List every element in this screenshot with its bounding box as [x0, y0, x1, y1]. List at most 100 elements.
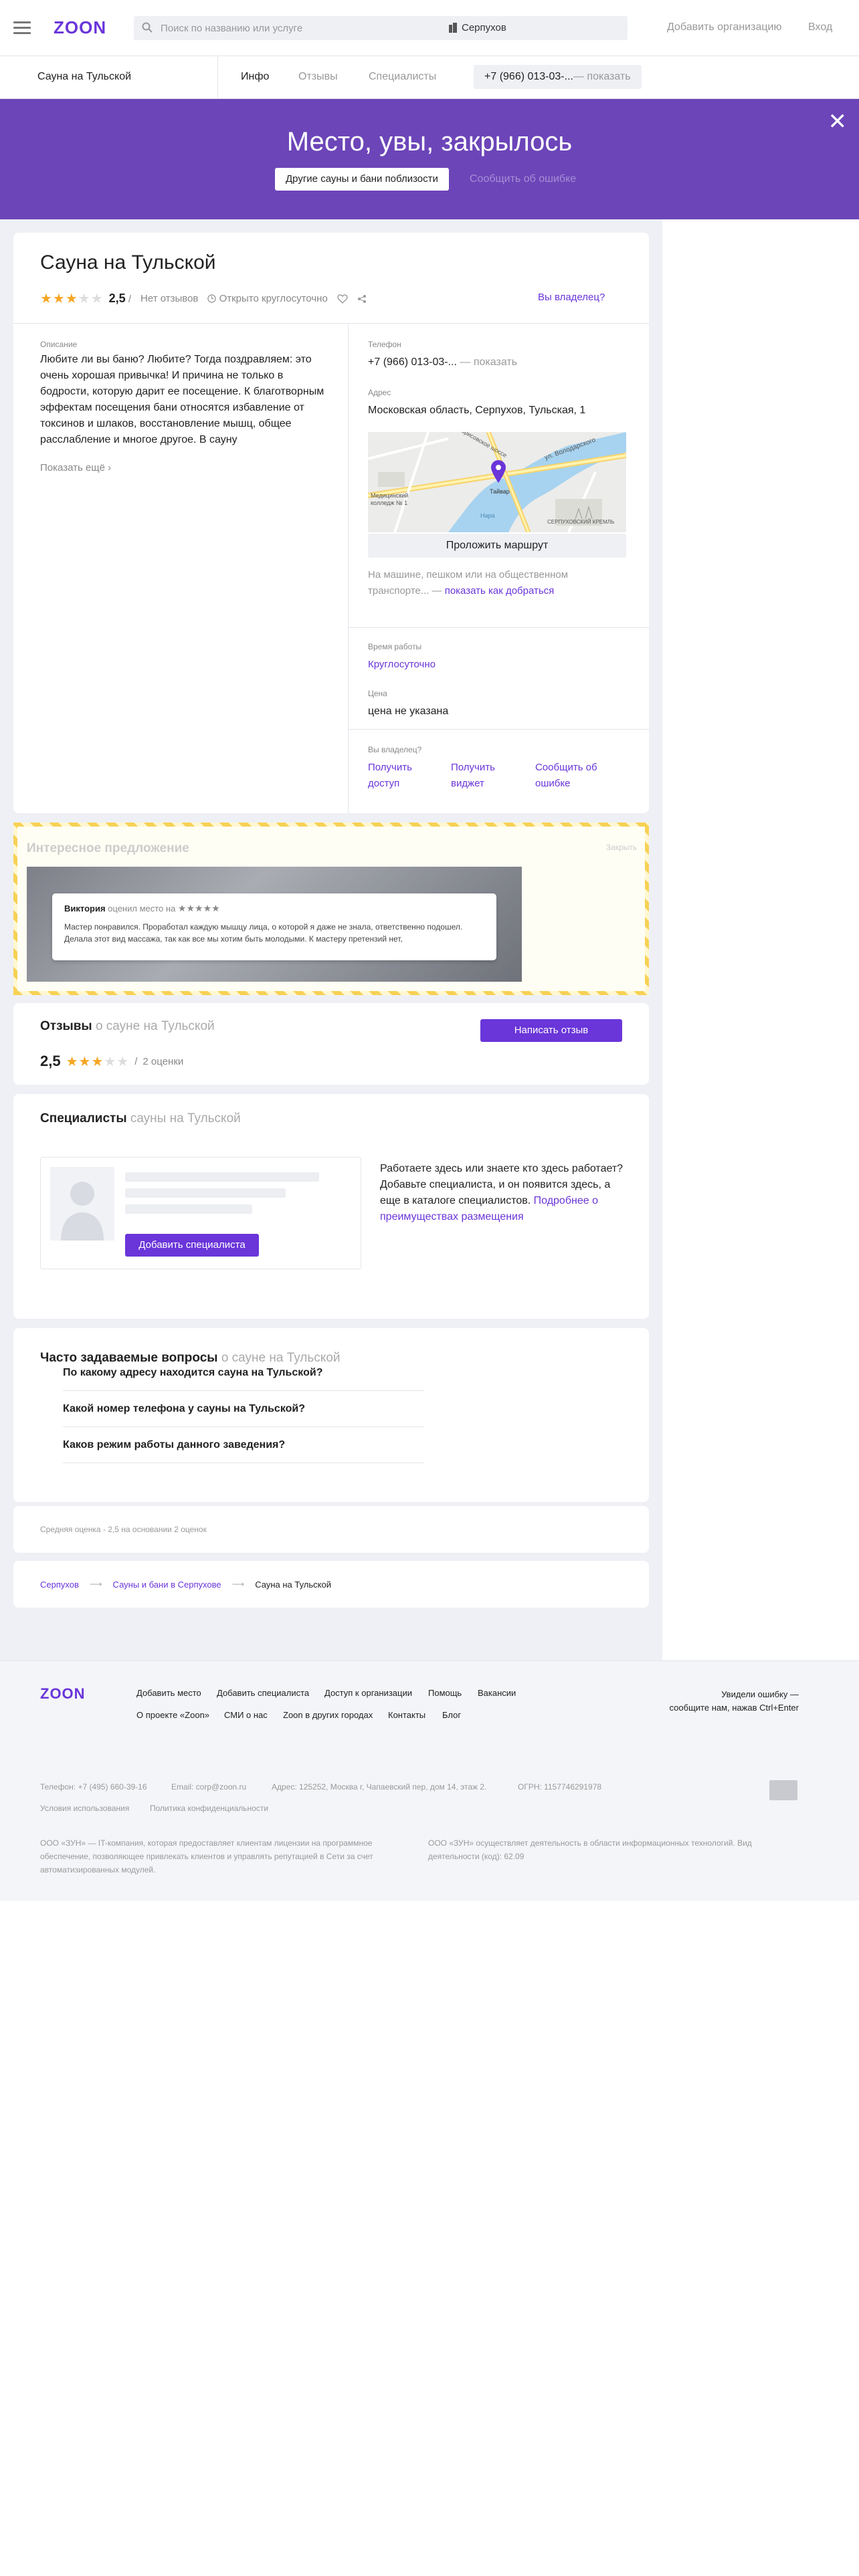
logo[interactable]: ZOON	[54, 17, 106, 38]
reviews-rating-row: 2,5 ★★★★★ / 2 оценки	[40, 1053, 184, 1069]
faq-item[interactable]: Какой номер телефона у сауны на Тульской…	[63, 1391, 424, 1427]
divider	[217, 56, 218, 99]
place-card: Сауна на Тульской ★★★★★ 2,5 / Нет отзыво…	[13, 233, 649, 813]
interesting-offer: Интересное предложение Закрыть Виктория …	[13, 823, 649, 995]
offer-close-link[interactable]: Закрыть	[606, 843, 637, 852]
contact-phone[interactable]: +7 (966) 013-03-... — показать	[368, 354, 517, 370]
owner-block-label: Вы владелец?	[368, 745, 422, 754]
footer-email: Email: corp@zoon.ru	[171, 1782, 247, 1792]
arrow-right-icon: ⟶	[231, 1579, 245, 1589]
breadcrumb-city[interactable]: Серпухов	[40, 1580, 79, 1590]
offer-review-stars: ★★★★★	[177, 903, 220, 914]
footer-legal: ООО «ЗУН» осуществляет деятельность в об…	[428, 1838, 752, 1861]
person-icon	[61, 1182, 104, 1241]
specialists-subtitle: сауны на Тульской	[130, 1111, 241, 1125]
price-value: цена не указана	[368, 706, 449, 717]
specialist-placeholder-card: Добавить специалиста	[40, 1157, 361, 1269]
footer-link[interactable]: Zoon в других городах	[283, 1710, 373, 1720]
rating-value: 2,5	[108, 292, 126, 305]
location-map[interactable]: Борисовское шоссе ул. Володарского Тайва…	[368, 432, 626, 532]
add-organization-link[interactable]: Добавить организацию	[667, 21, 781, 33]
footer-legal: ООО «ЗУН» — IT-компания, которая предост…	[40, 1838, 373, 1874]
share-icon[interactable]	[357, 294, 367, 304]
tab-info[interactable]: Инфо	[241, 71, 269, 83]
error-hint-line: сообщите нам, нажав Ctrl+Enter	[669, 1703, 799, 1713]
footer-link[interactable]: Контакты	[388, 1710, 425, 1720]
other-saunas-button[interactable]: Другие сауны и бани поблизости	[275, 168, 449, 191]
close-icon[interactable]: ✕	[828, 108, 848, 135]
footer-link[interactable]: Блог	[442, 1710, 461, 1720]
reviews-count: 2 оценки	[142, 1055, 184, 1067]
offer-image[interactable]: Виктория оценил место на ★★★★★ Мастер по…	[27, 867, 522, 982]
map-label: Нара	[480, 512, 495, 519]
no-reviews-link[interactable]: Нет отзывов	[140, 293, 198, 304]
write-review-button[interactable]: Написать отзыв	[480, 1019, 622, 1042]
city-icon	[449, 23, 457, 33]
description-label: Описание	[40, 340, 78, 349]
right-column	[662, 219, 859, 1660]
place-title: Сауна на Тульской	[40, 251, 216, 274]
footer-link[interactable]: СМИ о нас	[224, 1710, 268, 1720]
footer-link[interactable]: Вакансии	[478, 1688, 516, 1698]
price-label: Цена	[368, 689, 387, 698]
footer-logo[interactable]: ZOON	[40, 1685, 86, 1703]
add-specialist-button[interactable]: Добавить специалиста	[125, 1234, 259, 1257]
phone-show-button[interactable]: +7 (966) 013-03-...— показать	[474, 65, 642, 89]
report-error-link[interactable]: Сообщить об ошибке	[535, 760, 609, 792]
menu-icon[interactable]	[13, 21, 31, 34]
privacy-link[interactable]: Политика конфиденциальности	[150, 1802, 268, 1815]
city-selector[interactable]: Серпухов	[448, 22, 506, 33]
faq-card: Часто задаваемые вопросы о сауне на Туль…	[13, 1328, 649, 1502]
footer-link[interactable]: Добавить специалиста	[217, 1688, 309, 1698]
footer-link[interactable]: Доступ к организации	[324, 1688, 412, 1698]
tab-specialists[interactable]: Специалисты	[369, 71, 436, 83]
heart-icon[interactable]	[337, 294, 348, 304]
offer-review-text: Мастер понравился. Проработал каждую мыш…	[64, 922, 463, 944]
phone-number: +7 (966) 013-03-...	[484, 71, 573, 82]
specialists-title: Специалисты сауны на Тульской	[40, 1111, 241, 1126]
tab-reviews[interactable]: Отзывы	[298, 71, 338, 83]
top-header: ZOON Поиск по названию или услуге Серпух…	[0, 0, 859, 56]
average-rating-text: Средняя оценка - 2,5 на основании 2 оцен…	[40, 1525, 207, 1534]
get-widget-link[interactable]: Получить виджет	[451, 760, 511, 792]
footer: ZOON Добавить место Добавить специалиста…	[0, 1660, 859, 1901]
search-icon	[142, 22, 153, 33]
specialists-info: Работаете здесь или знаете кто здесь раб…	[380, 1161, 625, 1225]
faq-item[interactable]: Каков режим работы данного заведения?	[63, 1427, 424, 1463]
footer-address: Адрес: 125252, Москва г, Чапаевский пер,…	[272, 1782, 487, 1792]
breadcrumb-row: Серпухов ⟶ Сауны и бани в Серпухове ⟶ Са…	[40, 1579, 331, 1590]
footer-link[interactable]: Добавить место	[136, 1688, 201, 1698]
description-text: Любите ли вы баню? Любите? Тогда поздрав…	[40, 354, 324, 445]
hours-value[interactable]: Круглосуточно	[368, 657, 436, 673]
footer-link[interactable]: Помощь	[428, 1688, 462, 1698]
terms-link[interactable]: Условия использования	[40, 1802, 129, 1815]
avatar-placeholder	[50, 1167, 114, 1241]
owner-link[interactable]: Вы владелец?	[538, 292, 605, 303]
map-label: Тайвар	[490, 488, 510, 495]
avg-card: Средняя оценка - 2,5 на основании 2 оцен…	[13, 1506, 649, 1553]
transport-link[interactable]: показать как добраться	[445, 585, 555, 597]
error-hint-line: Увидели ошибку —	[721, 1689, 799, 1699]
footer-phone: Телефон: +7 (495) 660-39-16	[40, 1782, 147, 1792]
get-access-link[interactable]: Получить доступ	[368, 760, 428, 792]
rating-stars: ★★★★★	[40, 292, 104, 306]
phone-label: Телефон	[368, 340, 401, 349]
contact-phone-show[interactable]: — показать	[460, 356, 517, 368]
footer-link[interactable]: О проекте «Zoon»	[136, 1710, 209, 1720]
city-name: Серпухов	[462, 22, 506, 33]
reviews-title: Отзывы о сауне на Тульской	[40, 1019, 215, 1034]
footer-ogrn: ОГРН: 1157746291978	[518, 1782, 602, 1792]
route-button[interactable]: Проложить маршрут	[368, 534, 626, 558]
reviews-rating-value: 2,5	[40, 1053, 61, 1069]
search-input[interactable]: Поиск по названию или услуге Серпухов	[134, 16, 628, 40]
show-more-link[interactable]: Показать ещё ›	[40, 462, 111, 473]
specialists-card: Специалисты сауны на Тульской Добавить с…	[13, 1094, 649, 1319]
banner-report-link[interactable]: Сообщить об ошибке	[470, 173, 576, 185]
clock-icon	[207, 294, 217, 303]
faq-item[interactable]: По какому адресу находится сауна на Туль…	[63, 1355, 424, 1391]
reviews-subtitle: о сауне на Тульской	[95, 1019, 215, 1033]
breadcrumb-category[interactable]: Сауны и бани в Серпухове	[113, 1580, 221, 1590]
login-link[interactable]: Вход	[808, 21, 832, 33]
transport-text: На машине, пешком или на общественном тр…	[368, 567, 629, 599]
phone-show-label: — показать	[573, 71, 631, 82]
